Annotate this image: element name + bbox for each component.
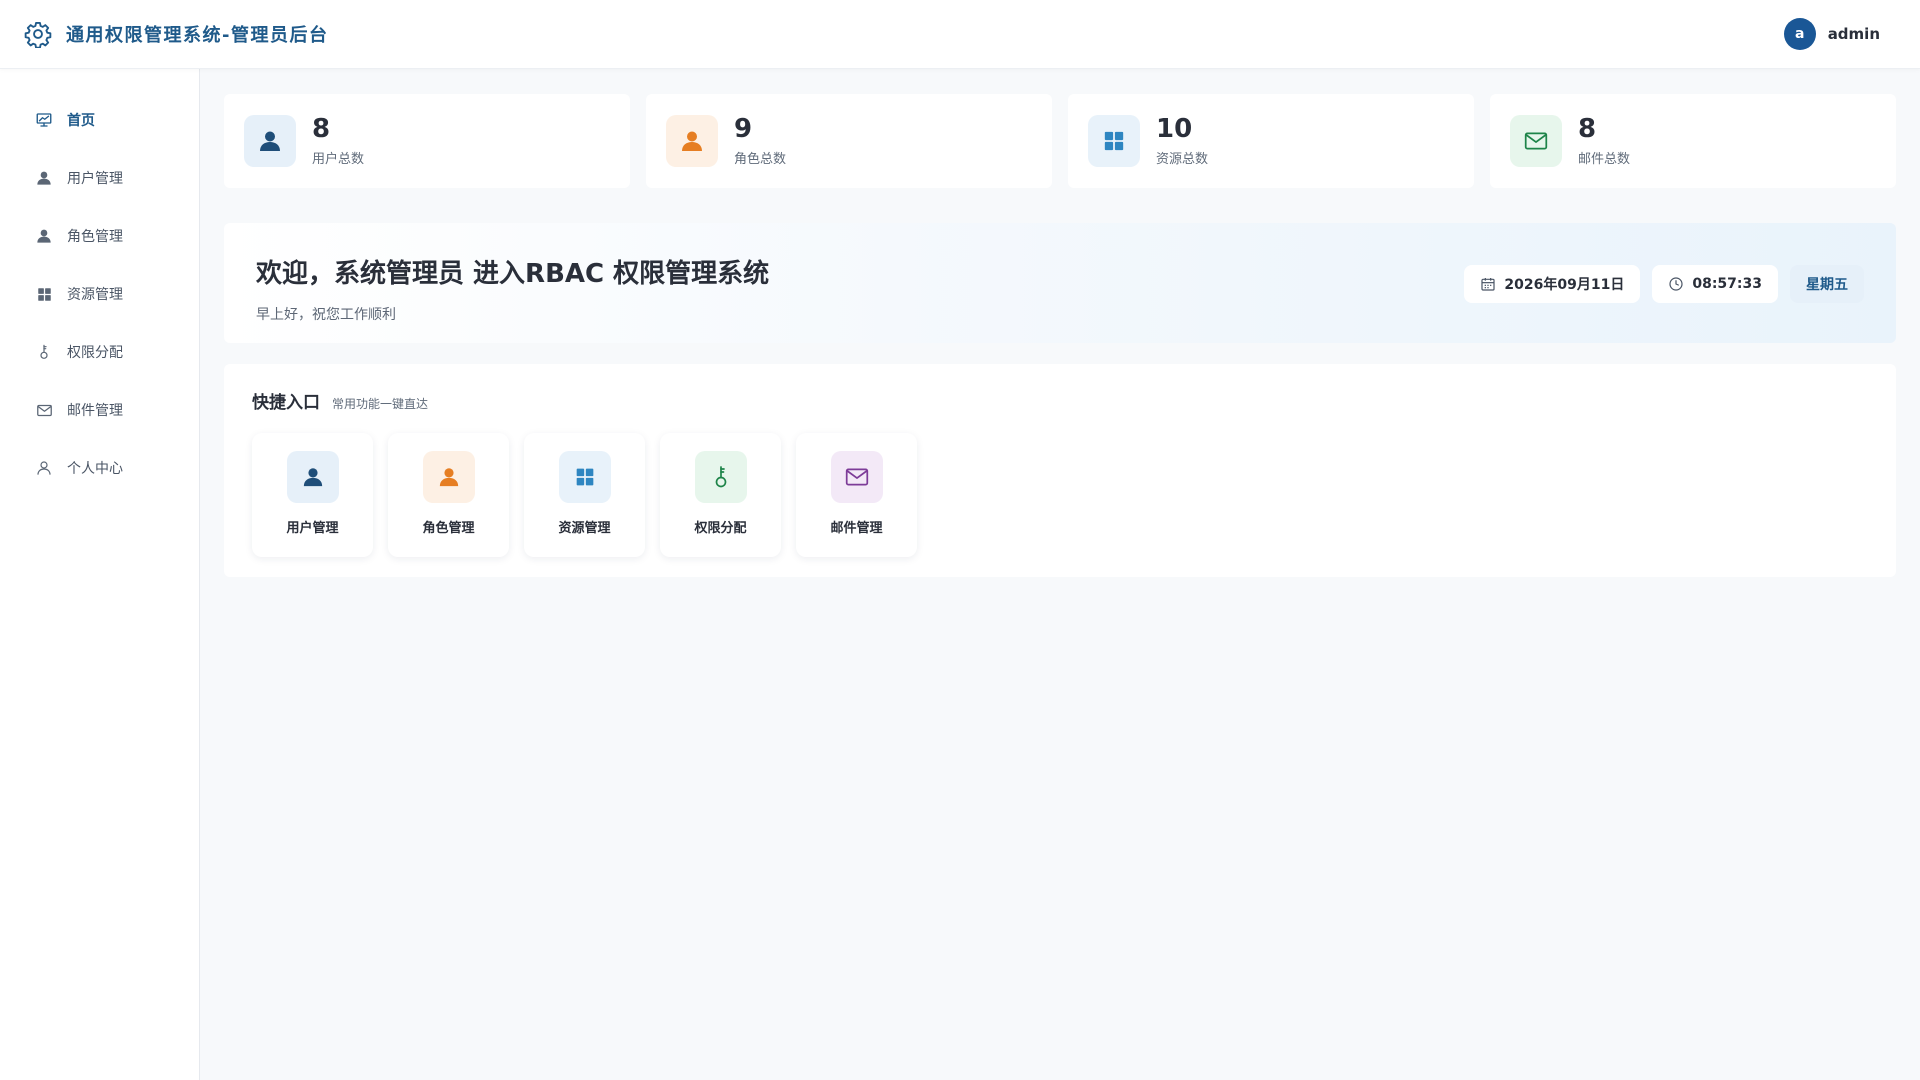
sidebar: 首页 用户管理 角色管理 资源管理 权限分配 邮件管理 个人中心 [0,69,200,1080]
quick-entry-label: 权限分配 [694,521,747,536]
user-icon [666,115,718,167]
grid-icon [35,285,53,303]
stat-label: 资源总数 [1156,151,1209,167]
stat-label: 邮件总数 [1578,151,1631,167]
key-icon [35,343,53,361]
quick-entry-label: 角色管理 [422,521,475,536]
sidebar-item-users[interactable]: 用户管理 [0,149,199,207]
quick-entry-label: 用户管理 [286,521,339,536]
stat-label: 用户总数 [312,151,365,167]
stat-card-users: 8 用户总数 [224,94,630,188]
sidebar-item-profile[interactable]: 个人中心 [0,439,199,497]
sidebar-item-label: 资源管理 [67,287,123,303]
sidebar-item-permissions[interactable]: 权限分配 [0,323,199,381]
welcome-banner: 欢迎，系统管理员 进入RBAC 权限管理系统 早上好，祝您工作顺利 2026年0… [224,223,1896,343]
user-icon [35,169,53,187]
user-icon [286,451,339,503]
clock-icon [1668,276,1684,292]
welcome-subtitle: 早上好，祝您工作顺利 [256,307,396,323]
username[interactable]: admin [1828,25,1880,43]
time-badge: 08:57:33 [1652,265,1778,303]
user-icon [35,227,53,245]
weekday-text: 星期五 [1806,277,1848,293]
app-title: 通用权限管理系统-管理员后台 [66,25,329,46]
sidebar-item-label: 个人中心 [67,461,123,477]
user-outline-icon [35,459,53,477]
avatar[interactable]: a [1783,18,1816,50]
stat-card-mails: 8 邮件总数 [1490,94,1896,188]
mail-icon [1510,115,1562,167]
sidebar-item-roles[interactable]: 角色管理 [0,207,199,265]
stat-card-roles: 9 角色总数 [646,94,1052,188]
date-text: 2026年09月11日 [1504,277,1625,293]
calendar-icon [1480,276,1496,292]
quick-entry-users[interactable]: 用户管理 [252,433,373,557]
quick-entry-label: 资源管理 [558,521,611,536]
sidebar-item-label: 首页 [67,113,95,129]
sidebar-item-label: 邮件管理 [67,403,123,419]
time-text: 08:57:33 [1692,276,1762,292]
grid-icon [1088,115,1140,167]
quick-entry-mail[interactable]: 邮件管理 [796,433,917,557]
user-icon [244,115,296,167]
sidebar-item-label: 用户管理 [67,171,123,187]
gear-icon [24,20,52,48]
stat-card-resources: 10 资源总数 [1068,94,1474,188]
top-header: 通用权限管理系统-管理员后台 a admin [0,0,1920,69]
user-menu[interactable]: a admin [1783,18,1880,50]
quick-entry-panel: 快捷入口 常用功能一键直达 用户管理 角色管理 资源管理 权限分配 邮件管理 [224,364,1896,577]
quick-entry-subtitle: 常用功能一键直达 [332,397,429,411]
sidebar-item-label: 角色管理 [67,229,123,245]
sidebar-item-home[interactable]: 首页 [0,91,199,149]
weekday-badge: 星期五 [1790,265,1864,303]
stat-value: 8 [1578,114,1597,145]
quick-entry-roles[interactable]: 角色管理 [388,433,509,557]
brand[interactable]: 通用权限管理系统-管理员后台 [24,20,328,48]
quick-entry-label: 邮件管理 [830,521,883,536]
sidebar-item-resources[interactable]: 资源管理 [0,265,199,323]
quick-entry-resources[interactable]: 资源管理 [524,433,645,557]
stat-value: 8 [312,114,331,145]
dashboard-chart-icon [35,111,53,129]
mail-icon [830,451,883,503]
sidebar-item-mail[interactable]: 邮件管理 [0,381,199,439]
grid-icon [558,451,611,503]
key-icon [694,451,747,503]
quick-entry-title: 快捷入口 [252,393,320,413]
stat-value: 9 [734,114,753,145]
stat-label: 角色总数 [734,151,787,167]
date-badge: 2026年09月11日 [1464,265,1641,303]
quick-entry-permissions[interactable]: 权限分配 [660,433,781,557]
user-icon [422,451,475,503]
sidebar-item-label: 权限分配 [67,345,123,361]
mail-icon [35,401,53,419]
stat-value: 10 [1156,114,1193,145]
